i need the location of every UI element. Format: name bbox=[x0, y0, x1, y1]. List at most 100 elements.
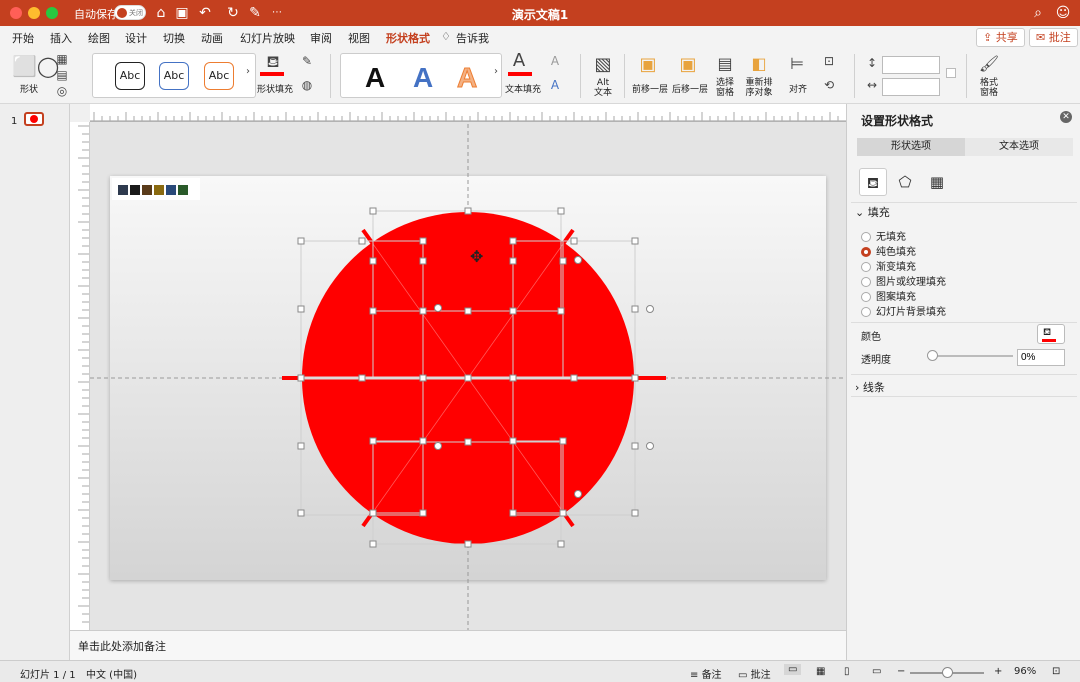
text-effects-icon[interactable]: A bbox=[548, 78, 562, 92]
tab-slideshow[interactable]: 幻灯片放映 bbox=[240, 30, 295, 46]
share-button[interactable]: ⇪ 共享 bbox=[976, 28, 1025, 47]
text-outline-icon[interactable]: A bbox=[548, 54, 562, 68]
transparency-slider-track[interactable] bbox=[931, 355, 1013, 357]
account-icon[interactable]: ☺ bbox=[1054, 4, 1072, 22]
ribbon-separator bbox=[624, 54, 625, 98]
size-properties-icon[interactable]: ▦ bbox=[923, 168, 951, 196]
fill-section-label: 填充 bbox=[867, 206, 890, 219]
wordart-style-3[interactable]: A bbox=[456, 62, 477, 94]
radio-button[interactable] bbox=[861, 292, 871, 302]
comments-button[interactable]: ✉ 批注 bbox=[1029, 28, 1078, 47]
transparency-input[interactable] bbox=[1017, 349, 1065, 366]
edit-shape-icon[interactable]: ▦ bbox=[52, 52, 72, 66]
shape-style-3[interactable]: Abc bbox=[204, 62, 234, 90]
tab-view[interactable]: 视图 bbox=[348, 30, 370, 46]
fill-section-header[interactable]: ⌄ 填充 bbox=[855, 204, 890, 220]
effects-icon[interactable]: ⬠ bbox=[891, 168, 919, 196]
fill-line-icon[interactable]: ⛾ bbox=[859, 168, 887, 196]
resize-handle bbox=[559, 509, 567, 517]
tab-design[interactable]: 设计 bbox=[125, 30, 147, 46]
bring-forward-icon[interactable]: ▣ bbox=[636, 54, 660, 75]
radio-button[interactable] bbox=[861, 277, 871, 287]
line-section-header[interactable]: › 线条 bbox=[855, 379, 885, 395]
text-box-icon[interactable]: ▤ bbox=[52, 68, 72, 82]
fill-option-pattern[interactable]: 图案填充 bbox=[861, 288, 916, 303]
shape-style-1[interactable]: Abc bbox=[115, 62, 145, 90]
resize-handle bbox=[631, 509, 639, 517]
wordart-style-2[interactable]: A bbox=[413, 62, 433, 94]
transparency-slider-thumb[interactable] bbox=[927, 350, 938, 361]
fill-option-slide-bg[interactable]: 幻灯片背景填充 bbox=[861, 303, 946, 318]
resize-handle bbox=[509, 374, 517, 382]
shape-height-input[interactable] bbox=[882, 56, 940, 74]
transparency-label: 透明度 bbox=[861, 355, 891, 366]
slide-thumbnail[interactable] bbox=[24, 112, 44, 126]
slideshow-icon[interactable]: ▭ bbox=[872, 666, 881, 677]
selection-pane-icon[interactable]: ▤ bbox=[714, 54, 736, 73]
gallery-more-icon[interactable]: › bbox=[243, 66, 253, 77]
tab-animations[interactable]: 动画 bbox=[201, 30, 223, 46]
paint-bucket-icon[interactable]: ⛾ bbox=[262, 52, 284, 73]
language-indicator[interactable]: 中文 (中国) bbox=[86, 666, 137, 681]
shape-width-input[interactable] bbox=[882, 78, 940, 96]
group-icon[interactable]: ⊡ bbox=[820, 54, 838, 68]
fill-option-none[interactable]: 无填充 bbox=[861, 228, 906, 243]
reorder-icon[interactable]: ◧ bbox=[746, 54, 772, 73]
tab-shape-format[interactable]: 形状格式 bbox=[386, 30, 430, 50]
lock-aspect-checkbox[interactable] bbox=[946, 68, 956, 78]
zoom-out-icon[interactable]: − bbox=[897, 666, 905, 677]
tab-draw[interactable]: 绘图 bbox=[88, 30, 110, 46]
alt-text-icon[interactable]: ▧ bbox=[590, 54, 616, 75]
resize-handle bbox=[419, 307, 427, 315]
send-backward-icon[interactable]: ▣ bbox=[676, 54, 700, 75]
zoom-in-icon[interactable]: + bbox=[994, 666, 1002, 677]
resize-handle bbox=[464, 207, 472, 215]
shapes-icon[interactable]: ⬜◯ bbox=[12, 54, 59, 78]
color-picker-button[interactable]: ⛾ bbox=[1037, 324, 1065, 344]
fill-option-picture[interactable]: 图片或纹理填充 bbox=[861, 273, 946, 288]
wordart-style-1[interactable]: A bbox=[365, 62, 385, 94]
fill-option-solid[interactable]: 纯色填充 bbox=[861, 243, 916, 258]
resize-handle bbox=[369, 257, 377, 265]
fill-option-gradient[interactable]: 渐变填充 bbox=[861, 258, 916, 273]
reading-view-icon[interactable]: ▯ bbox=[844, 666, 850, 677]
tab-transitions[interactable]: 切换 bbox=[163, 30, 185, 46]
text-fill-icon[interactable]: A bbox=[508, 50, 530, 71]
normal-view-icon[interactable]: ▭ bbox=[784, 664, 802, 675]
align-icon[interactable]: ⊨ bbox=[784, 54, 810, 73]
search-icon[interactable]: ⌕ bbox=[1029, 4, 1047, 22]
tab-text-options[interactable]: 文本选项 bbox=[965, 138, 1073, 156]
tab-review[interactable]: 审阅 bbox=[310, 30, 332, 46]
share-label: 共享 bbox=[995, 31, 1018, 44]
fit-to-window-icon[interactable]: ⊡ bbox=[1052, 666, 1060, 677]
tab-home[interactable]: 开始 bbox=[12, 30, 34, 46]
shape-style-2[interactable]: Abc bbox=[159, 62, 189, 90]
zoom-slider-thumb[interactable] bbox=[942, 667, 953, 678]
format-pane-icon[interactable]: 🖌 bbox=[978, 54, 1000, 73]
text-fill-label: 文本填充 bbox=[504, 85, 541, 95]
tab-tell-me[interactable]: 告诉我 bbox=[456, 30, 489, 46]
wordart-more-icon[interactable]: › bbox=[491, 66, 501, 77]
slide-number: 1 bbox=[11, 116, 18, 127]
close-icon[interactable]: ✕ bbox=[1060, 111, 1072, 123]
resize-handle bbox=[358, 374, 366, 382]
zoom-level[interactable]: 96% bbox=[1014, 666, 1036, 677]
slide-sorter-icon[interactable]: ▦ bbox=[816, 666, 825, 677]
comments-toggle[interactable]: ▭ 批注 bbox=[738, 666, 771, 681]
merge-shapes-icon[interactable]: ◎ bbox=[52, 84, 72, 98]
rotate-icon[interactable]: ⟲ bbox=[820, 78, 838, 92]
radio-button[interactable] bbox=[861, 232, 871, 242]
radio-button[interactable] bbox=[861, 262, 871, 272]
radio-button[interactable] bbox=[861, 247, 871, 257]
fill-option-label: 图片或纹理填充 bbox=[876, 277, 946, 288]
resize-handle bbox=[631, 442, 639, 450]
shape-effects-icon[interactable]: ◍ bbox=[298, 78, 316, 92]
radio-button[interactable] bbox=[861, 307, 871, 317]
notes-pane[interactable]: 单击此处添加备注 bbox=[70, 630, 846, 660]
tab-insert[interactable]: 插入 bbox=[50, 30, 72, 46]
resize-handle bbox=[369, 307, 377, 315]
notes-toggle[interactable]: ≡ 备注 bbox=[690, 666, 722, 681]
tab-shape-options[interactable]: 形状选项 bbox=[857, 138, 965, 156]
ribbon-separator bbox=[580, 54, 581, 98]
shape-outline-icon[interactable]: ✎ bbox=[298, 54, 316, 68]
